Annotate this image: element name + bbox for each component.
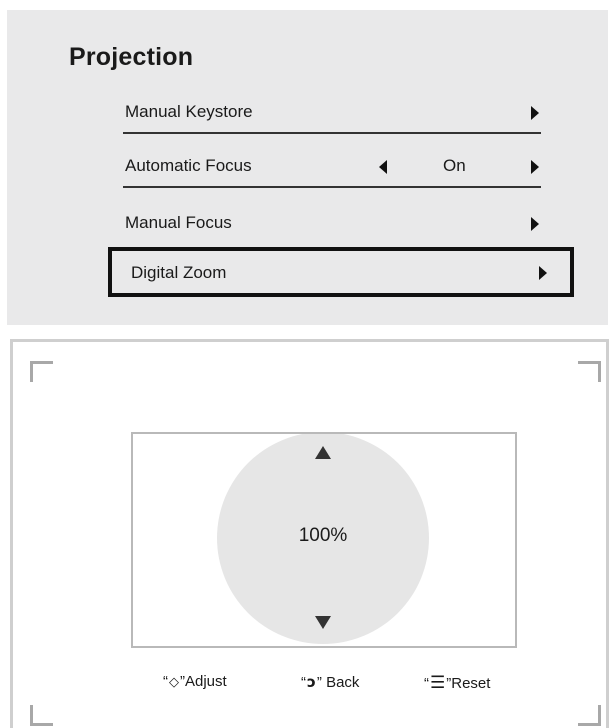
hint-back: “ↄ” Back: [301, 673, 360, 691]
menu-icon: ☰: [430, 673, 446, 693]
chevron-right-icon: [539, 266, 547, 280]
corner-mark-icon: [30, 705, 53, 726]
hint-reset: “☰”Reset: [424, 673, 491, 693]
corner-mark-icon: [578, 361, 601, 382]
menu-item-automatic-focus[interactable]: Automatic Focus On: [123, 150, 541, 188]
arrow-down-icon[interactable]: [315, 616, 331, 629]
hint-label: Adjust: [185, 673, 227, 690]
menu-title: Projection: [69, 43, 194, 71]
chevron-left-icon[interactable]: [379, 160, 387, 174]
dpad-icon: ◇: [169, 675, 179, 690]
zoom-dial: 100%: [217, 434, 429, 644]
corner-mark-icon: [30, 361, 53, 382]
corner-mark-icon: [578, 705, 601, 726]
arrow-up-icon[interactable]: [315, 446, 331, 459]
chevron-right-icon[interactable]: [531, 160, 539, 174]
projector-osd: Projection Manual Keystore Automatic Foc…: [0, 0, 609, 728]
hint-label: Reset: [451, 675, 491, 692]
menu-item-manual-keystore[interactable]: Manual Keystore: [123, 96, 541, 134]
projection-menu: Projection Manual Keystore Automatic Foc…: [7, 10, 608, 325]
menu-item-manual-focus[interactable]: Manual Focus: [123, 207, 541, 243]
automatic-focus-value: On: [443, 156, 466, 175]
chevron-right-icon: [531, 106, 539, 120]
digital-zoom-screen: 100% “◇”Adjust “ↄ” Back “☰”Reset: [10, 339, 609, 728]
back-icon: ↄ: [307, 673, 316, 691]
menu-item-digital-zoom[interactable]: Digital Zoom: [108, 247, 574, 297]
menu-item-label: Automatic Focus: [125, 156, 252, 175]
hint-adjust: “◇”Adjust: [163, 673, 227, 690]
hint-label: Back: [321, 674, 360, 691]
chevron-right-icon: [531, 217, 539, 231]
menu-item-label: Manual Keystore: [125, 102, 253, 121]
menu-item-label: Digital Zoom: [131, 263, 227, 282]
zoom-value: 100%: [298, 525, 348, 546]
zoom-frame: 100%: [131, 432, 517, 648]
menu-item-label: Manual Focus: [125, 213, 232, 232]
key-hint-bar: “◇”Adjust “ↄ” Back “☰”Reset: [13, 673, 609, 697]
